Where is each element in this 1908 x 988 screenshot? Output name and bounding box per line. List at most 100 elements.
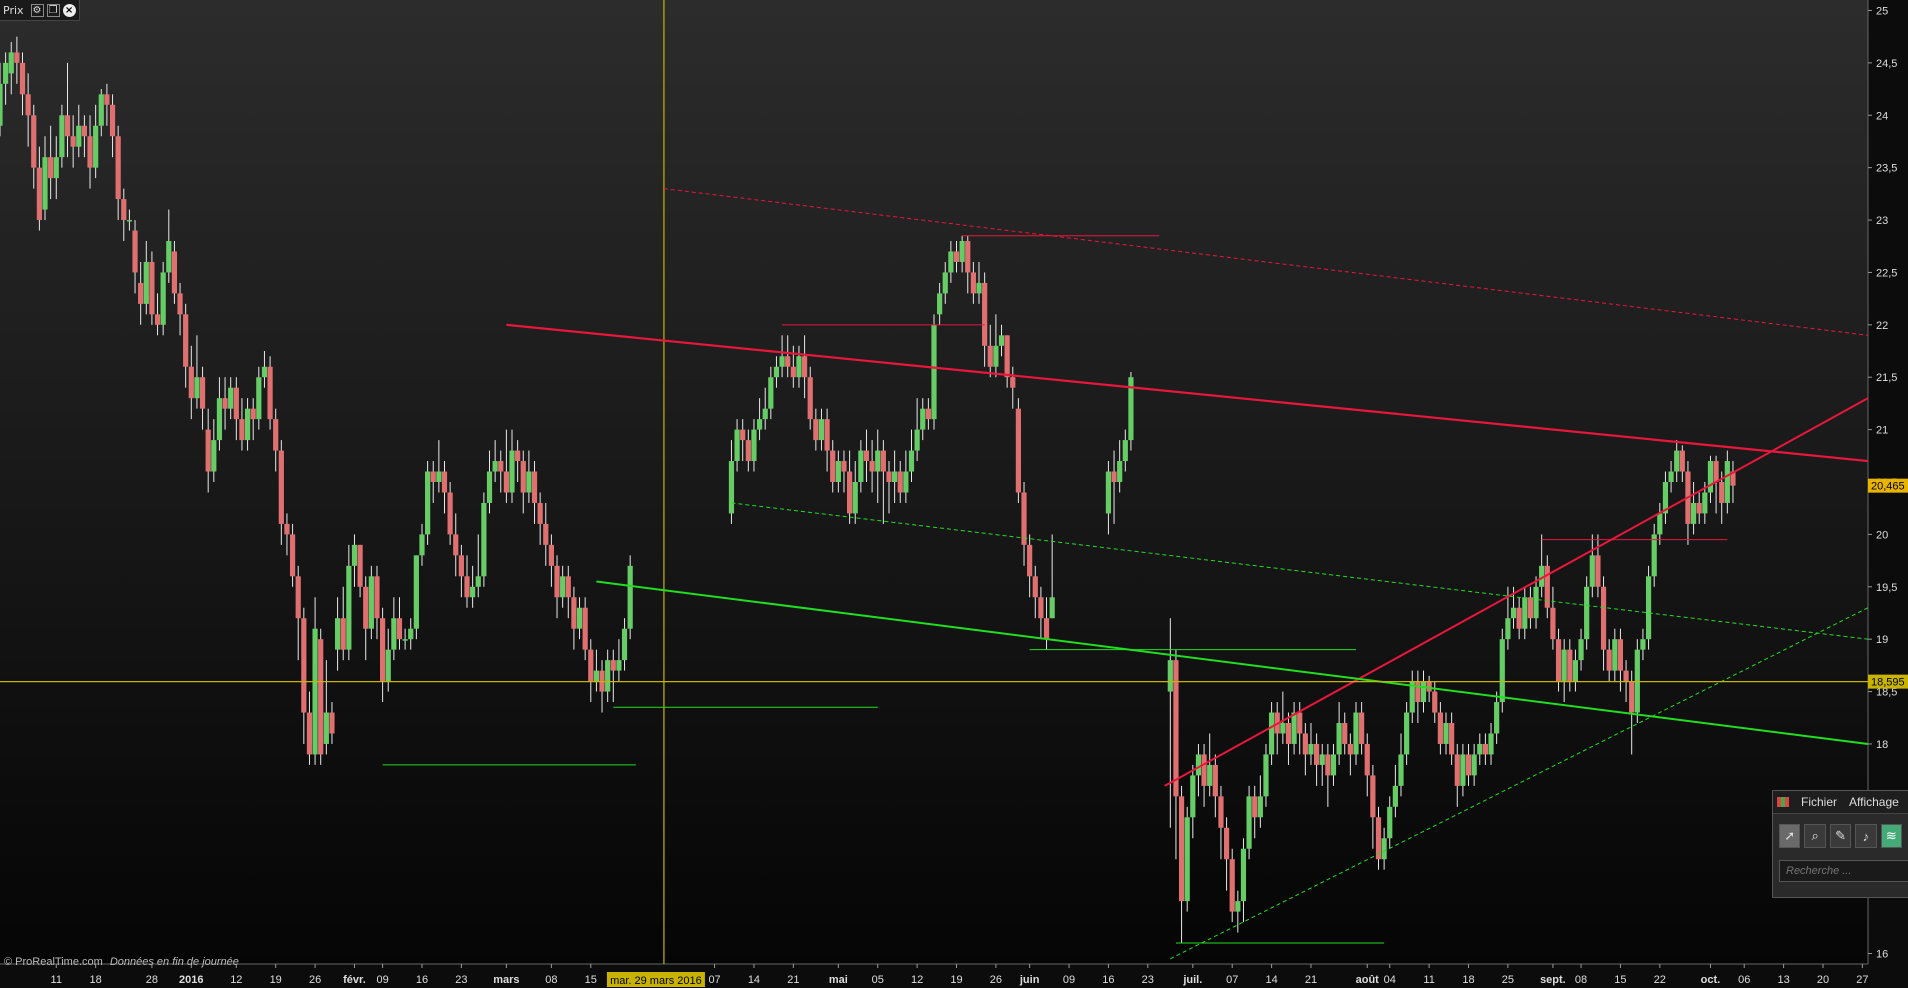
search-input[interactable] [1779,860,1908,882]
candle-up [470,586,476,598]
x-tick-label: 07 [1226,974,1238,986]
candle-down [301,618,307,713]
candle-up [509,450,515,493]
candle-up [526,471,532,493]
candle-down [1696,502,1702,514]
candle-up [728,461,735,514]
candle-up [976,282,982,294]
candle-up [1392,785,1398,807]
candle-up [1117,461,1123,482]
x-tick-label: 26 [309,974,321,986]
candle-down [1364,743,1370,776]
candle-up [1195,754,1202,776]
y-tick-label: 16 [1876,949,1888,961]
y-tick-label: 19,5 [1876,582,1897,594]
candle-down [841,461,847,472]
candle-down [1021,492,1027,545]
candle-down [807,377,813,420]
x-tick-label: 15 [585,974,597,986]
candle-down [1544,565,1550,608]
candle-down [289,534,296,577]
pointer-icon[interactable]: ➚ [1779,824,1801,848]
x-tick-label: 09 [1063,974,1075,986]
close-icon[interactable]: × [62,3,76,17]
candle-down [1454,754,1460,786]
candle-up [1105,471,1112,514]
last-price-label: 20,465 [1871,481,1905,493]
x-tick-label: 14 [1265,974,1277,986]
candle-down [1465,754,1472,776]
candle-up [948,251,954,273]
x-tick-label: 13 [1777,974,1789,986]
candle-down [447,492,453,535]
candle-down [953,251,960,262]
candle-down [740,429,746,441]
y-tick-label: 18 [1876,739,1888,751]
candle-down [965,241,971,273]
menu-fichier[interactable]: Fichier [1801,795,1837,809]
candle-down [1010,377,1016,388]
candle-down [571,597,577,629]
candle-down [1567,649,1573,682]
price-chart[interactable]: 1617,51818,51919,52020,52121,52222,52323… [0,0,1908,988]
candle-down [1606,649,1612,671]
x-tick-label: oct. [1701,974,1721,986]
x-tick-label: août [1356,974,1380,986]
candle-up [627,565,633,629]
candle-up [1330,754,1337,776]
candle-down [1449,723,1455,755]
candle-down [396,618,403,640]
x-tick-label: 28 [146,974,158,986]
x-tick-label: 09 [376,974,388,986]
candle-up [53,157,59,179]
restore-icon[interactable]: ❐ [46,3,60,17]
candle-down [543,523,549,545]
candle-down [1223,827,1230,860]
candle-down [1015,408,1021,493]
candle-down [1325,754,1331,776]
y-tick-label: 25 [1876,5,1888,17]
candle-down [813,419,819,441]
candle-up [1049,597,1055,619]
candle-down [498,461,504,472]
candle-down [357,544,363,587]
candle-down [531,471,538,503]
x-tick-label: 18 [90,974,102,986]
candle-down [250,408,256,420]
candle-down [1218,796,1224,828]
candle-up [1651,534,1657,577]
candle-down [380,618,386,682]
x-tick-label: 08 [545,974,557,986]
candle-down [1314,743,1320,765]
candle-down [520,461,526,493]
candle-down [183,314,189,367]
candle-up [1257,796,1263,818]
candle-up [126,220,133,222]
candle-up [216,398,223,441]
candle-up [323,712,329,744]
candle-down [987,345,993,367]
candle-down [1623,670,1629,682]
wrench-icon[interactable]: ⚙ [30,3,44,17]
ruler-icon[interactable]: ✎ [1829,824,1852,848]
candle-up [959,241,965,262]
alert-icon[interactable]: ♪ [1855,824,1877,848]
candle-down [1719,482,1725,503]
candle-down [565,576,571,598]
candle-down [886,471,892,482]
zoom-icon[interactable]: ⌕ [1804,824,1826,848]
candle-down [458,555,464,577]
candle-up [76,125,82,147]
x-tick-label: 22 [1654,974,1666,986]
candle-down [1302,733,1308,755]
x-tick-label: 19 [950,974,962,986]
chart-icon[interactable]: ≋ [1880,824,1903,848]
candle-up [1319,754,1325,765]
candle-down [363,586,369,629]
candle-down [81,125,87,137]
candle-up [1477,743,1483,755]
candle-down [1415,681,1421,703]
candle-up [8,52,14,74]
candle-down [1600,586,1607,650]
menu-affichage[interactable]: Affichage [1849,795,1899,809]
